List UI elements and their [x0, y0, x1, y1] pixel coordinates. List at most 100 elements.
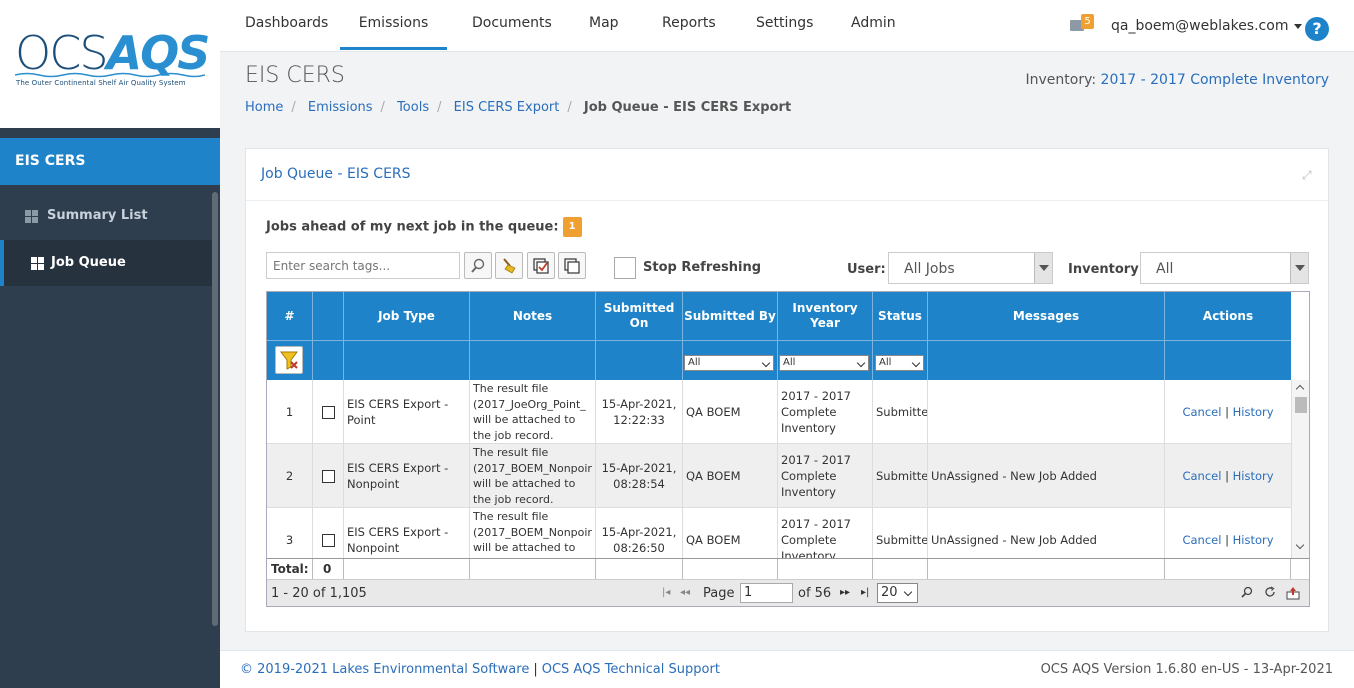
history-link[interactable]: History	[1233, 469, 1274, 483]
last-page-icon[interactable]: ▸|	[861, 587, 869, 598]
col-header-job-type[interactable]: Job Type	[344, 292, 470, 340]
first-page-icon[interactable]: |◂	[662, 587, 670, 598]
grid-icon	[25, 210, 38, 223]
nav-admin[interactable]: Admin	[851, 0, 896, 50]
actions-cell: Cancel | History	[1182, 405, 1274, 419]
nav-emissions[interactable]: Emissions	[340, 0, 447, 50]
col-header-status[interactable]: Status	[873, 292, 928, 340]
breadcrumb-home[interactable]: Home	[245, 100, 283, 115]
nav-map[interactable]: Map	[589, 0, 619, 50]
filter-cell: All	[683, 340, 778, 380]
total-cell	[683, 559, 778, 579]
search-icon[interactable]	[1241, 586, 1255, 600]
col-header-inventory-year[interactable]: Inventory Year	[778, 292, 873, 340]
total-cell	[778, 559, 873, 579]
sidebar-item-label: Job Queue	[51, 255, 126, 270]
cancel-link[interactable]: Cancel	[1182, 533, 1221, 547]
next-page-icon[interactable]: ▸▸	[840, 587, 850, 598]
refresh-icon-glyph	[1265, 586, 1275, 597]
inventory-year-filter[interactable]: All	[779, 355, 869, 371]
stop-refreshing-checkbox[interactable]	[614, 257, 636, 279]
sidebar-scrollbar[interactable]	[212, 192, 218, 626]
row-checkbox[interactable]	[321, 405, 335, 419]
filter-clear-icon	[280, 351, 298, 370]
cancel-link[interactable]: Cancel	[1182, 405, 1221, 419]
row-checkbox[interactable]	[321, 533, 335, 547]
cancel-link[interactable]: Cancel	[1182, 469, 1221, 483]
search-tags-input[interactable]	[266, 252, 460, 279]
total-label: Total:	[267, 559, 313, 579]
history-link[interactable]: History	[1233, 405, 1274, 419]
uncheck-all-icon	[564, 258, 580, 274]
breadcrumb-eis-cers-export[interactable]: EIS CERS Export	[454, 100, 560, 115]
filter-cell	[1165, 340, 1291, 380]
nav-reports[interactable]: Reports	[662, 0, 716, 50]
select-all-button[interactable]	[527, 252, 555, 279]
sidebar-item-summary-list[interactable]: Summary List	[0, 193, 212, 239]
table-row[interactable]: 1 EIS CERS Export - Point The result fil…	[267, 380, 1291, 444]
sidebar-heading: EIS CERS	[0, 138, 220, 185]
inventory-year-cell: 2017 - 2017 Complete Inventory	[778, 508, 873, 558]
col-header-notes[interactable]: Notes	[470, 292, 596, 340]
logo-text: OCSAQS	[15, 26, 210, 80]
logo[interactable]: OCSAQS The Outer Continental Shelf Air Q…	[0, 0, 220, 128]
deselect-all-button[interactable]	[558, 252, 586, 279]
inventory-year-cell: 2017 - 2017 Complete Inventory	[778, 444, 873, 508]
stop-refreshing-label: Stop Refreshing	[643, 260, 762, 275]
grid-pager: 1 - 20 of 1,105 |◂ ◂◂ Page 1 of 56 ▸▸ ▸|…	[267, 579, 1309, 606]
filter-cell	[596, 340, 683, 380]
scroll-down-icon[interactable]	[1295, 540, 1305, 550]
page-input[interactable]: 1	[740, 583, 793, 603]
col-header-submitted-on[interactable]: Submitted On	[596, 292, 683, 340]
grid-scrollbar[interactable]	[1291, 380, 1309, 558]
row-checkbox-cell	[313, 444, 344, 508]
col-header-submitted-by[interactable]: Submitted By	[683, 292, 778, 340]
expand-icon[interactable]: ⤢	[1302, 169, 1314, 181]
breadcrumb-emissions[interactable]: Emissions	[308, 100, 373, 115]
refresh-icon[interactable]	[1264, 586, 1278, 600]
record-count: 1 - 20 of 1,105	[271, 586, 367, 601]
inventory-link[interactable]: 2017 - 2017 Complete Inventory	[1101, 72, 1329, 88]
row-checkbox[interactable]	[321, 469, 335, 483]
export-icon[interactable]	[1286, 586, 1300, 600]
panel-title: Job Queue - EIS CERS	[261, 166, 411, 182]
copyright-link[interactable]: © 2019-2021 Lakes Environmental Software	[240, 662, 529, 677]
status-cell: Submitte	[873, 508, 928, 558]
page-size-select[interactable]: 20	[877, 583, 918, 603]
inventory-filter-select[interactable]: All	[1140, 252, 1309, 284]
table-row[interactable]: 2 EIS CERS Export - Nonpoint The result …	[267, 444, 1291, 508]
nav-documents[interactable]: Documents	[472, 0, 552, 50]
row-number: 1	[267, 380, 313, 444]
scroll-thumb[interactable]	[1295, 397, 1307, 413]
actions-cell: Cancel | History	[1182, 469, 1274, 483]
support-link[interactable]: OCS AQS Technical Support	[542, 662, 720, 677]
user-filter-select[interactable]: All Jobs	[888, 252, 1053, 284]
sidebar-item-job-queue[interactable]: Job Queue	[0, 240, 212, 286]
search-icon-glyph	[1241, 586, 1253, 598]
status-filter[interactable]: All	[875, 355, 924, 371]
prev-page-icon[interactable]: ◂◂	[680, 587, 690, 598]
history-link[interactable]: History	[1233, 533, 1274, 547]
clear-search-button[interactable]	[495, 252, 523, 279]
user-menu[interactable]: qa_boem@weblakes.com	[1111, 18, 1303, 34]
scroll-up-icon[interactable]	[1295, 384, 1305, 394]
row-checkbox-cell	[313, 380, 344, 444]
help-icon[interactable]: ?	[1305, 17, 1329, 41]
mail-count-badge: 5	[1081, 14, 1094, 29]
col-header-number[interactable]: #	[267, 292, 313, 340]
col-header-actions: Actions	[1202, 308, 1254, 323]
table-row[interactable]: 3 EIS CERS Export - Nonpoint The result …	[267, 508, 1291, 558]
filter-cell	[470, 340, 596, 380]
nav-settings[interactable]: Settings	[756, 0, 813, 50]
filter-cell	[313, 340, 344, 380]
submitted-on-cell: 15-Apr-2021, 08:28:54	[596, 444, 683, 508]
clear-filter-button[interactable]	[275, 346, 303, 374]
submitted-by-filter[interactable]: All	[684, 355, 774, 371]
breadcrumb-tools[interactable]: Tools	[397, 100, 429, 115]
submitted-by-cell: QA BOEM	[683, 508, 778, 558]
nav-dashboards[interactable]: Dashboards	[245, 0, 328, 50]
search-button[interactable]	[464, 252, 492, 279]
col-header-messages[interactable]: Messages	[928, 292, 1165, 340]
divider	[246, 200, 1328, 201]
row-number: 3	[267, 508, 313, 558]
